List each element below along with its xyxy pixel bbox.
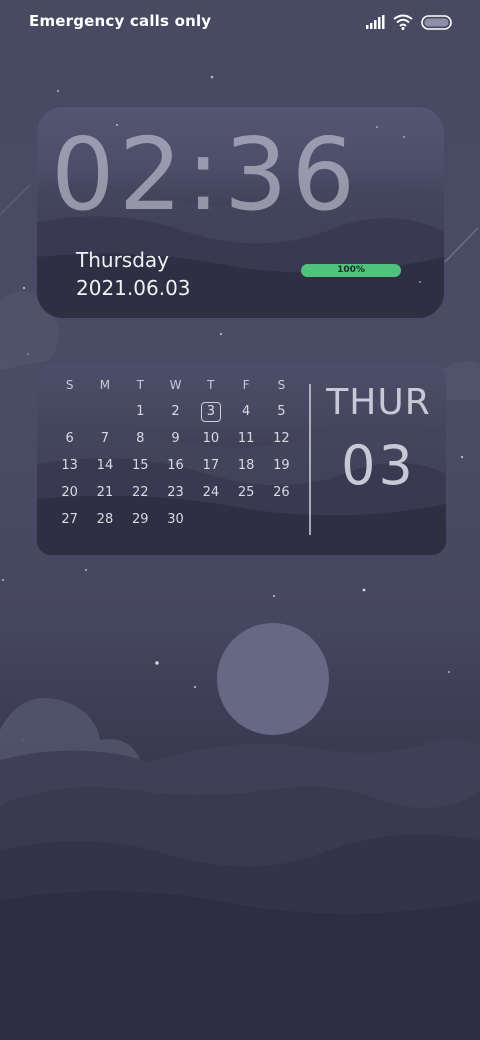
calendar-day[interactable]: 8	[123, 429, 158, 456]
weekday-header: T	[136, 378, 144, 392]
status-carrier-text: Emergency calls only	[29, 12, 212, 30]
weekday-header: S	[277, 378, 286, 392]
weekday-header: W	[169, 378, 182, 392]
calendar-weekday-label: THUR	[326, 382, 431, 423]
calendar-day[interactable]: 16	[158, 456, 193, 483]
calendar-empty-cell	[52, 402, 87, 429]
clock-weekday: Thursday	[76, 248, 169, 272]
calendar-day[interactable]: 5	[264, 402, 299, 429]
calendar-day-number: 03	[341, 434, 416, 497]
star	[56, 89, 60, 93]
calendar-day[interactable]: 18	[228, 456, 263, 483]
calendar-day[interactable]: 23	[158, 483, 193, 510]
calendar-day[interactable]: 15	[123, 456, 158, 483]
calendar-week-row: 6 7 8 9 10 11 12	[52, 429, 314, 456]
calendar-day[interactable]: 20	[52, 483, 87, 510]
star	[84, 568, 88, 572]
star	[210, 75, 214, 79]
calendar-week-row: 12345	[52, 402, 314, 429]
calendar-empty-cell	[87, 402, 122, 429]
calendar-day[interactable]: 26	[264, 483, 299, 510]
calendar-day[interactable]: 11	[228, 429, 263, 456]
calendar-day[interactable]: 29	[123, 510, 158, 537]
calendar-day-today[interactable]: 3	[193, 402, 228, 429]
star	[219, 332, 223, 336]
clock-time: 02:36	[51, 116, 360, 233]
calendar-header-row: SMTWTFS	[52, 375, 314, 402]
calendar-day[interactable]: 27	[52, 510, 87, 537]
weekday-header: F	[242, 378, 250, 392]
shooting-star	[0, 184, 31, 216]
calendar-day[interactable]: 12	[264, 429, 299, 456]
signal-icon	[366, 15, 385, 29]
calendar-day[interactable]: 24	[193, 483, 228, 510]
calendar-day[interactable]: 7	[87, 429, 122, 456]
wifi-icon	[393, 14, 413, 30]
calendar-empty-cell	[193, 510, 228, 537]
clock-date: 2021.06.03	[76, 276, 191, 300]
calendar-day[interactable]: 2	[158, 402, 193, 429]
calendar-week-row: 20 21 22 23 24 25 26	[52, 483, 314, 510]
battery-icon	[421, 14, 452, 30]
calendar-day[interactable]: 28	[87, 510, 122, 537]
calendar-day[interactable]: 30	[158, 510, 193, 537]
star	[22, 286, 26, 290]
calendar-day[interactable]: 17	[193, 456, 228, 483]
calendar-day[interactable]: 9	[158, 429, 193, 456]
calendar-empty-cell	[228, 510, 263, 537]
star	[155, 661, 159, 665]
calendar-empty-cell	[264, 510, 299, 537]
calendar-day-label: 3	[200, 402, 221, 422]
calendar-day[interactable]: 14	[87, 456, 122, 483]
clock-widget[interactable]: 02:36 Thursday 2021.06.03 100%	[37, 107, 444, 318]
calendar-widget[interactable]: SMTWTFS 1 2 3 4 5 6 7 8 9 10 11 12 13 14 15 16 17 18 19 20 2…	[37, 364, 446, 555]
star	[362, 588, 366, 592]
calendar-day[interactable]: 6	[52, 429, 87, 456]
shooting-star	[444, 227, 479, 263]
star	[460, 455, 464, 459]
star	[193, 685, 197, 689]
calendar-week-row: 27 28 29 30	[52, 510, 314, 537]
calendar-week-row: 13 14 15 16 17 18 19	[52, 456, 314, 483]
calendar-day[interactable]: 10	[193, 429, 228, 456]
calendar-day[interactable]: 21	[87, 483, 122, 510]
battery-percent: 100%	[337, 265, 365, 275]
weekday-header: T	[207, 378, 215, 392]
calendar-day[interactable]: 19	[264, 456, 299, 483]
calendar-grid: SMTWTFS 1 2 3 4 5 6 7 8 9 10 11 12 13 14 15 16 17 18 19 20 2…	[52, 375, 314, 537]
star	[1, 578, 5, 582]
weekday-header: M	[99, 378, 111, 392]
star	[447, 670, 451, 674]
calendar-day[interactable]: 25	[228, 483, 263, 510]
hill-layer	[0, 891, 480, 1040]
calendar-divider	[309, 384, 311, 535]
calendar-day[interactable]: 1	[123, 402, 158, 429]
weekday-header: S	[65, 378, 74, 392]
calendar-day[interactable]: 13	[52, 456, 87, 483]
cloud	[440, 361, 480, 400]
calendar-day[interactable]: 4	[228, 402, 263, 429]
moon	[217, 623, 329, 735]
star	[272, 594, 276, 598]
status-icons	[365, 12, 452, 32]
calendar-day[interactable]: 22	[123, 483, 158, 510]
